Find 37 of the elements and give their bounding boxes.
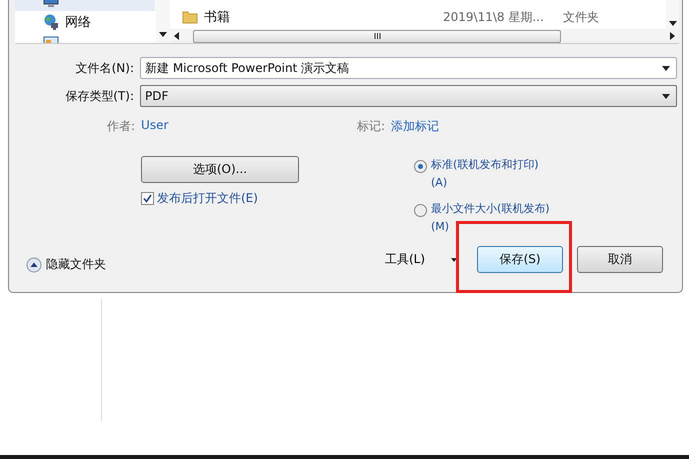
radio-button[interactable]: [414, 204, 427, 217]
type-dropdown[interactable]: PDF: [140, 85, 677, 107]
caret-icon[interactable]: [451, 258, 458, 262]
field-label: 文件名(N):: [74, 60, 135, 76]
file-type: 文件夹: [563, 8, 599, 26]
scroll-right-icon[interactable]: [670, 32, 675, 40]
dialog-button[interactable]: 取消: [577, 246, 664, 273]
filename-field[interactable]: 新建 Microsoft PowerPoint 演示文稿: [140, 57, 677, 79]
hide-folders-link[interactable]: 隐藏文件夹: [46, 256, 106, 273]
field-label: 保存类型(T):: [64, 88, 135, 104]
radio-label[interactable]: 最小文件大小(联机发布)(M): [431, 200, 551, 236]
meta-label: 标记:: [357, 118, 386, 135]
folder-icon: [182, 10, 198, 24]
scrollbar[interactable]: [666, 0, 679, 29]
sidebar-item[interactable]: 网络: [15, 11, 156, 32]
radio-label[interactable]: 标准(联机发布和打印)(A): [431, 156, 551, 192]
file-name: 书籍: [204, 9, 231, 26]
meta-label: 作者:: [107, 118, 136, 135]
dropdown-caret-icon[interactable]: [662, 66, 670, 70]
collapse-up-icon[interactable]: [26, 256, 42, 272]
scroll-down-icon[interactable]: [159, 32, 167, 37]
globe-monitor-icon: [43, 14, 59, 30]
radio-button[interactable]: [414, 160, 427, 173]
scroll-left-icon[interactable]: [174, 32, 179, 40]
meta-value-link[interactable]: 添加标记: [391, 118, 440, 138]
options-button[interactable]: 选项(O)...: [141, 156, 299, 183]
check-icon: [143, 194, 152, 203]
grip-icon: [374, 33, 380, 39]
file-date: 2019\11\8 星期...: [443, 8, 545, 26]
tools-menu-button[interactable]: 工具(L): [385, 251, 458, 268]
checkbox-label[interactable]: 发布后打开文件(E): [157, 190, 258, 207]
meta-value-link[interactable]: User: [141, 118, 168, 138]
dropdown-caret-icon[interactable]: [662, 94, 670, 98]
scrollbar[interactable]: [156, 0, 170, 43]
checkbox[interactable]: [141, 192, 154, 205]
dialog-button[interactable]: 保存(S): [477, 246, 564, 273]
scroll-down-icon[interactable]: [668, 21, 676, 26]
